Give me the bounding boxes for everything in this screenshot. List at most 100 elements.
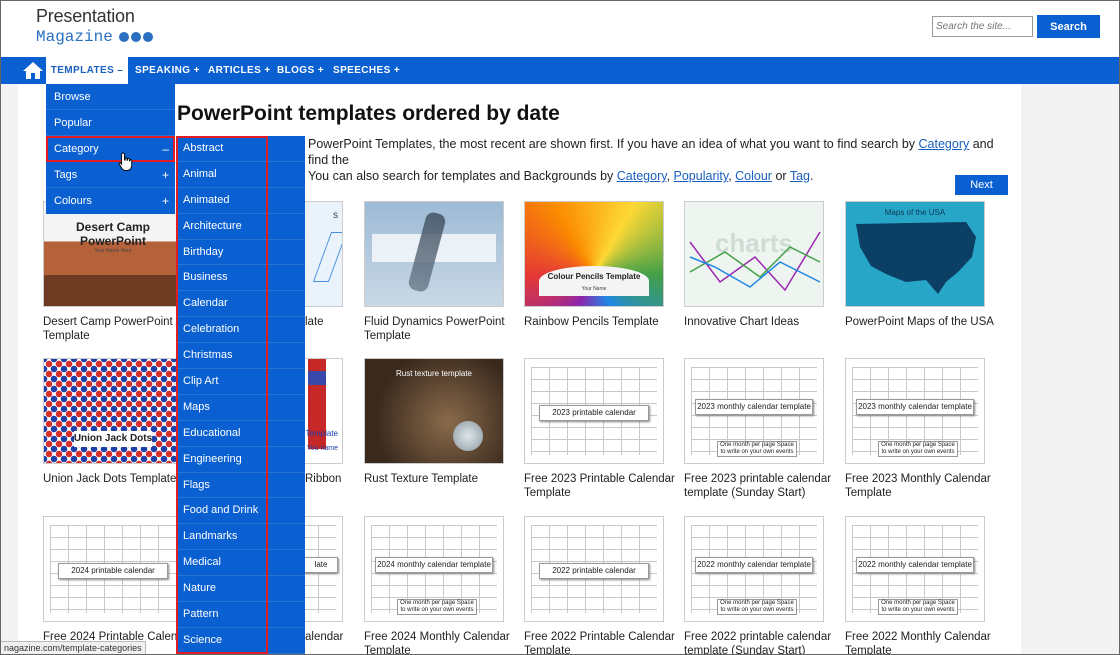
nav-articles[interactable]: ARTICLES + <box>208 57 271 84</box>
next-button[interactable]: Next <box>955 175 1008 195</box>
category-item[interactable]: Business <box>176 265 305 292</box>
home-icon[interactable] <box>22 60 44 81</box>
category-item[interactable]: Birthday <box>176 240 305 266</box>
template-card[interactable]: charts Innovative Chart Ideas <box>684 201 844 329</box>
template-title[interactable]: PowerPoint Maps of the USA <box>845 315 1005 329</box>
template-thumbnail[interactable]: Maps of the USA <box>845 201 985 307</box>
dropdown-item-label: Tags <box>54 169 78 181</box>
template-card[interactable]: 2023 monthly calendar template One month… <box>845 358 1005 500</box>
category-link[interactable]: Category <box>617 169 667 183</box>
category-item[interactable]: Animal <box>176 162 305 188</box>
dropdown-item-popular[interactable]: Popular <box>46 110 175 136</box>
search-button[interactable]: Search <box>1037 15 1100 38</box>
category-item[interactable]: Educational <box>176 421 305 447</box>
tag-link[interactable]: Tag <box>790 169 810 183</box>
colour-link[interactable]: Colour <box>735 169 772 183</box>
template-thumbnail[interactable] <box>364 201 504 307</box>
category-item[interactable]: Christmas <box>176 343 305 370</box>
category-item[interactable]: Clip Art <box>176 369 305 395</box>
category-item[interactable]: Flags <box>176 473 305 499</box>
dropdown-item-label: Category <box>54 143 99 155</box>
thumb-shape <box>312 232 342 282</box>
dropdown-item-label: Popular <box>54 117 92 129</box>
template-thumbnail[interactable]: Union Jack Dots <box>43 358 183 464</box>
template-title[interactable]: Fluid Dynamics PowerPoint Template <box>364 315 524 343</box>
template-thumbnail[interactable]: Rust texture template <box>364 358 504 464</box>
template-card[interactable]: Fluid Dynamics PowerPoint Template <box>364 201 524 343</box>
dropdown-item-tags[interactable]: Tags + <box>46 162 175 188</box>
template-thumbnail[interactable]: charts <box>684 201 824 307</box>
template-thumbnail[interactable]: 2022 monthly calendar template One month… <box>684 516 824 622</box>
thumb-ribbon-band <box>308 371 326 385</box>
template-thumbnail[interactable]: 2024 monthly calendar template One month… <box>364 516 504 622</box>
template-title[interactable]: Free 2024 Monthly Calendar Template <box>364 630 524 655</box>
intro-category-link[interactable]: Category <box>919 137 970 151</box>
template-title[interactable]: Free 2023 Monthly Calendar Template <box>845 472 1005 500</box>
category-item[interactable]: Architecture <box>176 214 305 240</box>
category-item[interactable]: Landmarks <box>176 524 305 551</box>
popularity-link[interactable]: Popularity <box>674 169 729 183</box>
template-thumbnail[interactable]: 2024 printable calendar <box>43 516 183 622</box>
category-item[interactable]: Pattern <box>176 602 305 628</box>
category-item[interactable]: Maps <box>176 395 305 421</box>
category-item[interactable]: Abstract <box>176 136 305 162</box>
site-logo[interactable]: Presentation Magazine <box>36 6 153 46</box>
thumb-sub: One month per page Space to write on you… <box>878 599 958 615</box>
thumb-heading: 2024 printable calendar <box>58 563 168 579</box>
template-card[interactable]: 2022 printable calendar Free 2022 Printa… <box>524 516 684 655</box>
template-card[interactable]: Maps of the USA PowerPoint Maps of the U… <box>845 201 1005 329</box>
template-thumbnail[interactable]: 2023 printable calendar <box>524 358 664 464</box>
thumb-heading: Rust texture template <box>395 369 473 378</box>
template-title[interactable]: Free 2023 Printable Calendar Template <box>524 472 684 500</box>
expand-icon: + <box>161 168 169 182</box>
category-item[interactable]: Animated <box>176 188 305 214</box>
templates-dropdown: Browse Popular Category – Tags + Colours… <box>46 84 175 214</box>
template-card[interactable]: 2023 monthly calendar template One month… <box>684 358 844 500</box>
category-item[interactable]: Science <box>176 628 305 654</box>
template-thumbnail[interactable]: 2023 monthly calendar template One month… <box>845 358 985 464</box>
template-thumbnail[interactable]: Colour Pencils Template Your Name <box>524 201 664 307</box>
template-title[interactable]: Rust Texture Template <box>364 472 524 486</box>
template-card[interactable]: 2022 monthly calendar template One month… <box>845 516 1005 655</box>
category-item[interactable]: Celebration <box>176 317 305 344</box>
template-card[interactable]: 2024 monthly calendar template One month… <box>364 516 524 655</box>
nav-blogs[interactable]: BLOGS + <box>277 57 324 84</box>
thumb-sub: Your Name <box>581 286 607 292</box>
dropdown-item-browse[interactable]: Browse <box>46 84 175 110</box>
category-item[interactable]: Calendar <box>176 291 305 318</box>
category-item[interactable]: Nature <box>176 576 305 603</box>
template-title[interactable]: Rainbow Pencils Template <box>524 315 684 329</box>
template-title[interactable]: Free 2022 Monthly Calendar Template <box>845 630 1005 655</box>
template-thumbnail[interactable]: 2022 printable calendar <box>524 516 664 622</box>
nav-templates[interactable]: TEMPLATES – <box>46 57 128 84</box>
dropdown-item-label: Browse <box>54 91 91 103</box>
category-item[interactable]: Food and Drink <box>176 498 305 525</box>
category-item[interactable]: Engineering <box>176 447 305 473</box>
logo-line-2-text: Magazine <box>36 28 113 46</box>
collapse-icon: – <box>162 142 169 156</box>
template-thumbnail[interactable]: Desert Camp PowerPoint Your Name Here <box>43 201 183 307</box>
template-title[interactable]: Free 2022 printable calendar template (S… <box>684 630 844 655</box>
thumb-heading: 2022 monthly calendar template <box>856 557 974 573</box>
hand-cursor-icon <box>118 152 133 171</box>
template-thumbnail[interactable]: 2023 monthly calendar template One month… <box>684 358 824 464</box>
template-thumbnail[interactable]: 2022 monthly calendar template One month… <box>845 516 985 622</box>
template-title[interactable]: Innovative Chart Ideas <box>684 315 844 329</box>
search-input[interactable] <box>932 16 1033 37</box>
template-title[interactable]: Free 2023 printable calendar template (S… <box>684 472 844 500</box>
template-card[interactable]: Rust texture template Rust Texture Templ… <box>364 358 524 486</box>
thumb-sub: Your Name Here <box>94 248 132 254</box>
category-item[interactable]: Medical <box>176 550 305 577</box>
dropdown-item-category[interactable]: Category – <box>46 136 175 162</box>
template-card[interactable]: Colour Pencils Template Your Name Rainbo… <box>524 201 684 329</box>
template-title[interactable]: Free 2022 Printable Calendar Template <box>524 630 684 655</box>
dropdown-item-colours[interactable]: Colours + <box>46 188 175 214</box>
nav-speeches[interactable]: SPEECHES + <box>333 57 400 84</box>
template-card[interactable]: 2022 monthly calendar template One month… <box>684 516 844 655</box>
thumb-lines-icon <box>689 231 821 292</box>
thumb-heading: 2022 monthly calendar template <box>695 557 813 573</box>
status-bar-url: nagazine.com/template-categories <box>0 641 146 655</box>
category-submenu: Abstract Animal Animated Architecture Bi… <box>176 136 305 655</box>
nav-speaking[interactable]: SPEAKING + <box>135 57 200 84</box>
template-card[interactable]: 2023 printable calendar Free 2023 Printa… <box>524 358 684 500</box>
